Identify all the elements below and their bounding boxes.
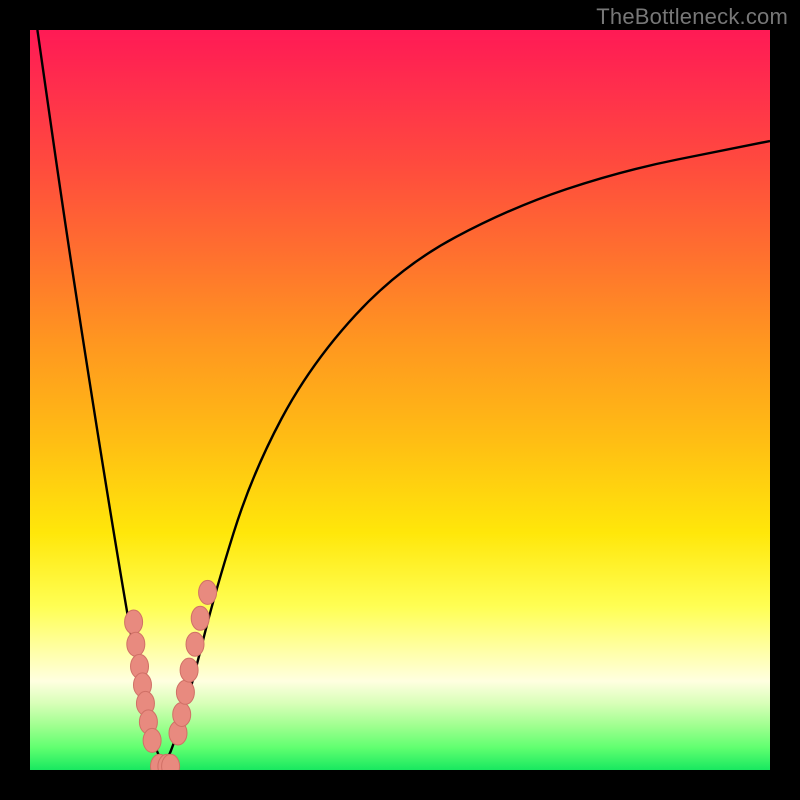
data-marker bbox=[191, 606, 209, 630]
data-marker bbox=[125, 610, 143, 634]
data-marker bbox=[199, 580, 217, 604]
data-marker bbox=[127, 632, 145, 656]
data-marker bbox=[173, 703, 191, 727]
chart-frame: TheBottleneck.com bbox=[0, 0, 800, 800]
bottleneck-curve bbox=[37, 30, 770, 760]
curve-svg bbox=[30, 30, 770, 770]
data-marker bbox=[186, 632, 204, 656]
data-marker bbox=[176, 680, 194, 704]
data-marker bbox=[180, 658, 198, 682]
marker-group bbox=[125, 580, 217, 770]
data-marker bbox=[143, 728, 161, 752]
plot-area bbox=[30, 30, 770, 770]
watermark-text: TheBottleneck.com bbox=[596, 4, 788, 30]
